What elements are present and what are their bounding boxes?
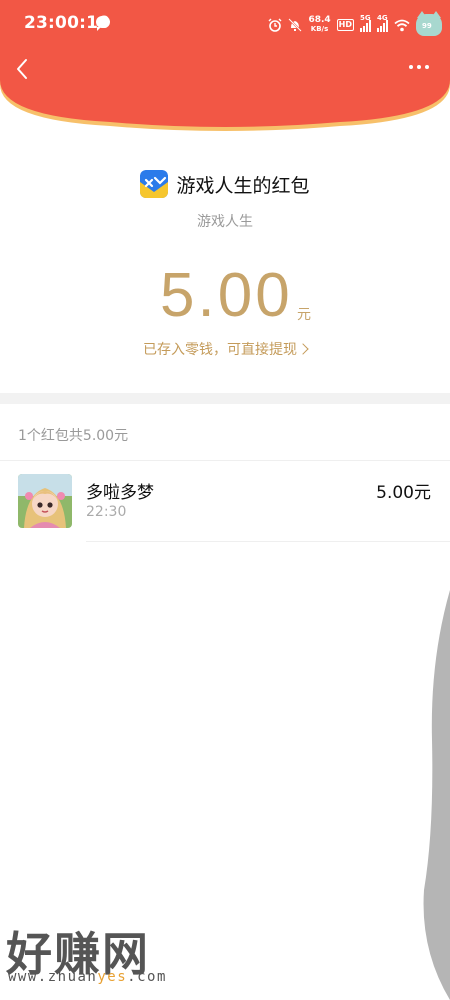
receiver-amount: 5.00元 bbox=[376, 483, 431, 503]
watermark-url-suffix: .com bbox=[127, 969, 167, 985]
app-logo-icon bbox=[140, 170, 169, 198]
back-button[interactable] bbox=[8, 54, 38, 84]
packet-title: 游戏人生的红包 bbox=[176, 174, 310, 197]
watermark-url-prefix: www.zhuan bbox=[8, 969, 98, 985]
network-speed-unit: KB/s bbox=[310, 25, 329, 33]
saved-note-text: 已存入零钱，可直接提现 bbox=[143, 342, 297, 358]
status-icons: 68.4 KB/s HD 5G 4G 99 bbox=[268, 11, 442, 38]
divider bbox=[86, 541, 450, 542]
battery-avatar-icon: 99 bbox=[416, 11, 442, 36]
network-speed: 68.4 KB/s bbox=[308, 16, 330, 34]
amount-unit: 元 bbox=[297, 307, 311, 323]
more-dot-icon bbox=[425, 65, 429, 69]
chevron-left-icon bbox=[17, 59, 27, 79]
network-speed-value: 68.4 bbox=[308, 15, 331, 25]
hd-icon: HD bbox=[336, 19, 354, 31]
edge-decoration bbox=[423, 590, 450, 1000]
more-dot-icon bbox=[417, 65, 421, 69]
battery-level: 99 bbox=[422, 22, 432, 30]
message-icon bbox=[96, 16, 110, 31]
section-divider bbox=[0, 393, 450, 404]
wifi-icon bbox=[394, 19, 410, 31]
signal-4g-icon: 4G bbox=[377, 14, 388, 32]
signal-4g-label: 4G bbox=[377, 14, 388, 22]
more-button[interactable] bbox=[406, 60, 432, 74]
receiver-time: 22:30 bbox=[86, 504, 127, 520]
mute-bell-icon bbox=[288, 18, 303, 32]
signal-5g-label: 5G bbox=[360, 14, 371, 22]
sender-name: 游戏人生 bbox=[197, 214, 253, 230]
packet-amount: 5.00 bbox=[160, 261, 293, 330]
receiver-name: 多啦多梦 bbox=[86, 483, 154, 503]
avatar[interactable] bbox=[18, 474, 72, 528]
saved-to-wallet-link[interactable]: 已存入零钱，可直接提现 bbox=[0, 339, 450, 359]
amount-row: 5.00 元 bbox=[0, 258, 450, 338]
watermark: 好赚网 www.zhuanyes.com bbox=[6, 918, 256, 990]
packet-summary: 1个红包共5.00元 bbox=[18, 428, 129, 444]
alarm-icon bbox=[268, 18, 282, 32]
packet-title-row: 游戏人生的红包 bbox=[0, 170, 450, 198]
watermark-url: www.zhuanyes.com bbox=[8, 969, 167, 985]
watermark-url-highlight: yes bbox=[97, 969, 128, 985]
status-bar: 23:00:10 68.4 KB/s HD 5G 4G 99 bbox=[0, 0, 450, 48]
more-dot-icon bbox=[409, 65, 413, 69]
receiver-row[interactable]: 多啦多梦 22:30 5.00元 bbox=[0, 461, 450, 541]
signal-5g-icon: 5G bbox=[360, 14, 371, 32]
red-header: 23:00:10 68.4 KB/s HD 5G 4G 99 bbox=[0, 0, 450, 140]
chevron-right-icon bbox=[297, 343, 309, 355]
